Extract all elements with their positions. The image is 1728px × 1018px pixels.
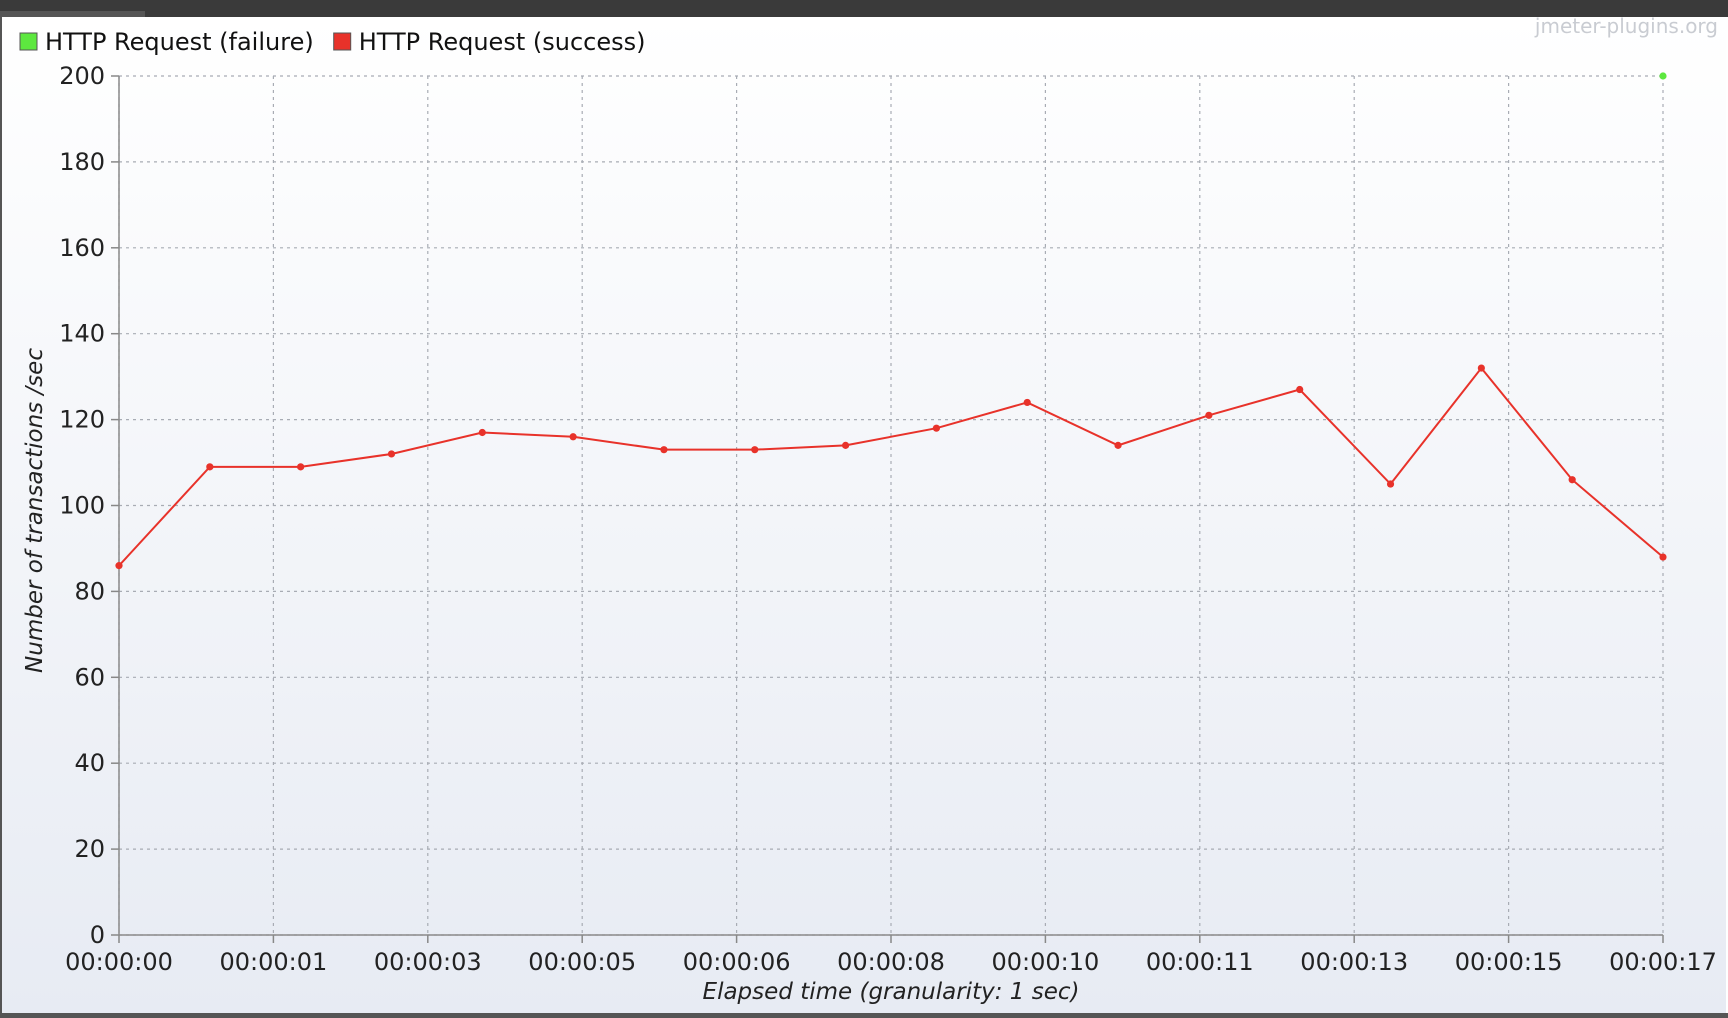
data-point [206, 463, 214, 471]
y-tick-label: 180 [59, 148, 105, 176]
legend-swatch [333, 32, 352, 51]
watermark: jmeter-plugins.org [1534, 17, 1718, 38]
data-point [569, 433, 577, 441]
data-point [932, 424, 941, 432]
y-tick-label: 160 [59, 234, 105, 262]
x-tick-label: 00:00:05 [528, 948, 636, 976]
data-point [1659, 72, 1667, 80]
x-tick-label: 00:00:00 [65, 948, 173, 976]
data-point [387, 450, 396, 458]
data-point [1477, 364, 1485, 372]
x-tick-label: 00:00:11 [1146, 948, 1254, 976]
data-point [297, 463, 305, 471]
chart-background [2, 17, 1726, 1013]
y-tick-label: 20 [74, 835, 105, 863]
y-tick-label: 80 [74, 577, 105, 605]
y-tick-label: 120 [59, 406, 105, 434]
y-tick-label: 0 [90, 921, 105, 949]
data-point [1023, 398, 1031, 407]
data-point [660, 446, 668, 454]
y-tick-label: 100 [59, 492, 105, 520]
data-point [1386, 480, 1395, 488]
data-point [1568, 476, 1576, 484]
legend-swatch [19, 32, 38, 51]
transactions-per-second-chart: jmeter-plugins.org HTTP Request (failure… [2, 17, 1726, 1013]
data-point [478, 428, 486, 437]
y-tick-label: 40 [74, 749, 105, 777]
y-tick-label: 140 [59, 320, 105, 348]
x-tick-label: 00:00:17 [1609, 948, 1717, 976]
legend-label: HTTP Request (failure) [45, 28, 314, 56]
x-tick-label: 00:00:10 [992, 948, 1100, 976]
x-tick-label: 00:00:15 [1455, 948, 1563, 976]
x-tick-label: 00:00:06 [683, 948, 791, 976]
data-point [1659, 553, 1667, 561]
data-point [751, 446, 759, 454]
legend-label: HTTP Request (success) [359, 28, 646, 56]
x-tick-label: 00:00:01 [220, 948, 328, 976]
y-tick-label: 200 [59, 62, 105, 90]
x-axis-title: Elapsed time (granularity: 1 sec) [703, 979, 1080, 1005]
data-point [1114, 441, 1122, 449]
y-tick-label: 60 [74, 663, 105, 691]
y-axis-title: Number of transactions /sec [22, 348, 48, 673]
data-point [841, 441, 850, 449]
data-point [115, 562, 123, 570]
x-tick-label: 00:00:03 [374, 948, 482, 976]
x-tick-label: 00:00:13 [1300, 948, 1408, 976]
window-top-bar [0, 0, 1728, 17]
data-point [1296, 385, 1304, 394]
x-tick-label: 00:00:08 [837, 948, 945, 976]
data-point [1205, 411, 1213, 419]
